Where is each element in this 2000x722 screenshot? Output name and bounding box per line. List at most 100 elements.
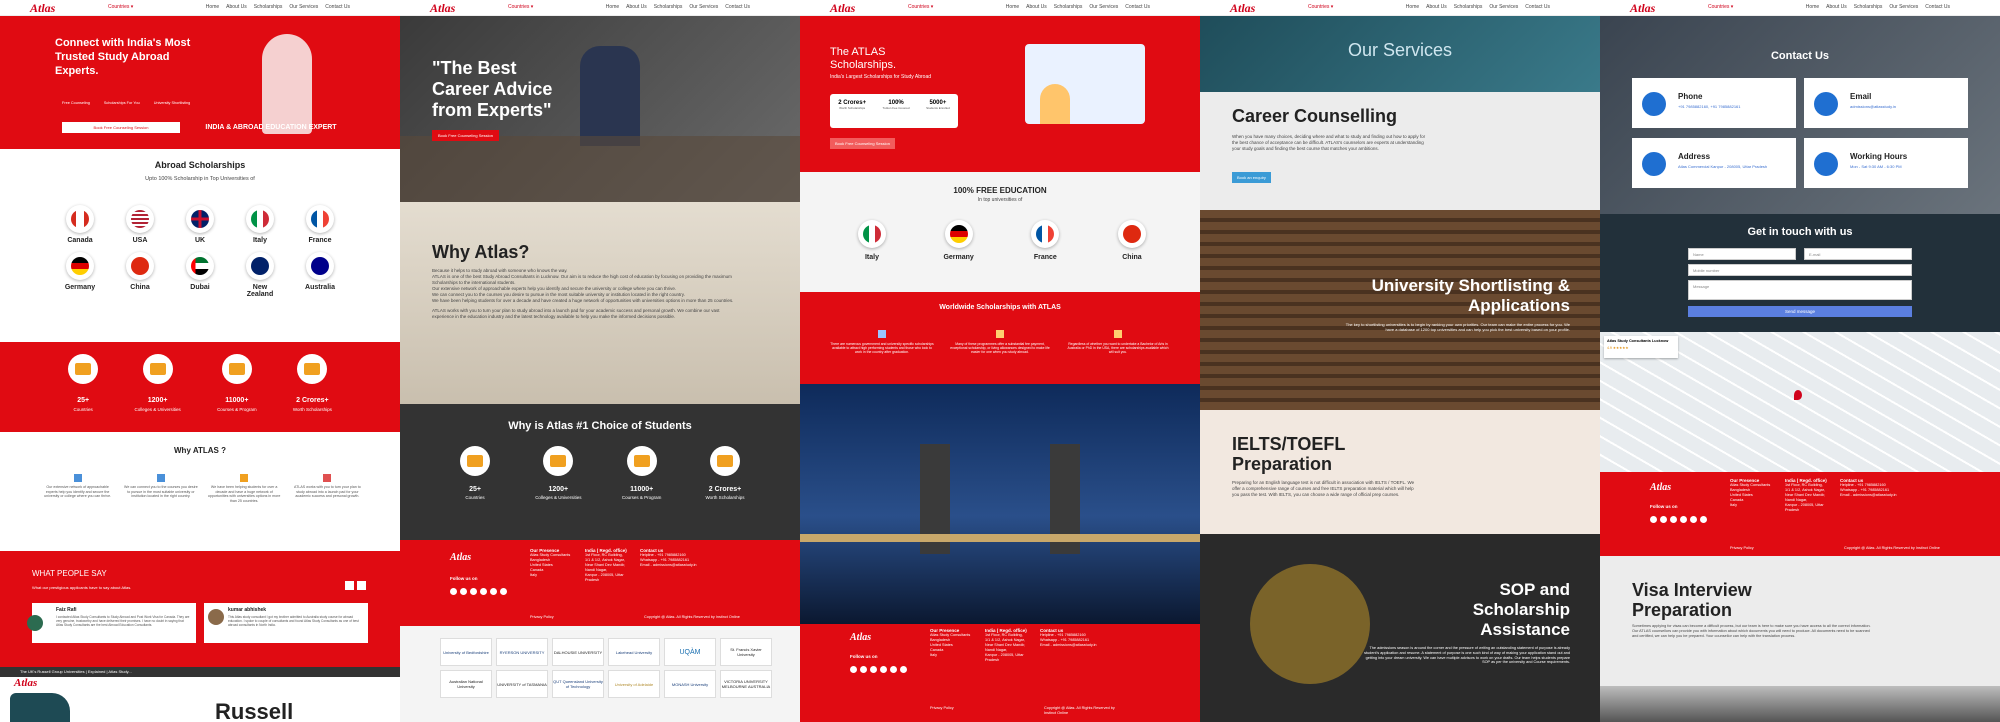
nav-about[interactable]: About Us — [1426, 4, 1447, 10]
country-uk[interactable]: UK — [170, 205, 230, 244]
countries-dropdown[interactable]: Countries ▾ — [108, 4, 133, 10]
nav-about[interactable]: About Us — [626, 4, 647, 10]
nav-contact[interactable]: Contact Us — [1125, 4, 1150, 10]
facebook-icon[interactable] — [850, 666, 857, 673]
nav-home[interactable]: Home — [1806, 4, 1819, 10]
youtube-icon[interactable] — [890, 666, 897, 673]
youtube-icon[interactable] — [490, 588, 497, 595]
avatar — [27, 615, 43, 631]
country-australia[interactable]: Australia — [290, 252, 350, 298]
logo[interactable]: Atlas — [430, 1, 455, 16]
nav-scholarships[interactable]: Scholarships — [254, 4, 283, 10]
footer-logo[interactable]: Atlas — [450, 552, 471, 563]
country-france[interactable]: France — [290, 205, 350, 244]
country-dubai[interactable]: Dubai — [170, 252, 230, 298]
countries-dropdown[interactable]: Countries ▾ — [908, 4, 933, 10]
mobile-input[interactable]: Mobile number — [1688, 264, 1912, 276]
card-text[interactable]: admissions@atlasstudy.in — [1850, 104, 1960, 109]
logo[interactable]: Atlas — [30, 1, 55, 16]
country-italy[interactable]: Italy — [230, 205, 290, 244]
country-china[interactable]: China — [1112, 220, 1152, 261]
contact-card-phone[interactable]: Phone +91 7985882160, +91 7985882161 — [1632, 78, 1796, 128]
name-input[interactable]: Name — [1688, 248, 1796, 260]
footer-link[interactable]: Italy — [1730, 503, 1778, 508]
email-input[interactable]: E-mail — [1804, 248, 1912, 260]
facebook-icon[interactable] — [1650, 516, 1657, 523]
nav-contact[interactable]: Contact Us — [725, 4, 750, 10]
footer-logo[interactable]: Atlas — [1650, 482, 1671, 493]
visa-section: Visa Interview Preparation Sometimes app… — [1600, 556, 2000, 722]
contact-card-hours[interactable]: Working Hours Mon - Sat 9:30 AM - 6:30 PM — [1804, 138, 1968, 188]
nav-about[interactable]: About Us — [1026, 4, 1047, 10]
nav-contact[interactable]: Contact Us — [1925, 4, 1950, 10]
nav-contact[interactable]: Contact Us — [325, 4, 350, 10]
nav-home[interactable]: Home — [1406, 4, 1419, 10]
prev-arrow-icon[interactable] — [345, 581, 354, 590]
countries-dropdown[interactable]: Countries ▾ — [1708, 4, 1733, 10]
footer-link[interactable]: Italy — [530, 573, 578, 578]
logo[interactable]: Atlas — [1230, 1, 1255, 16]
nav-about[interactable]: About Us — [226, 4, 247, 10]
countries-dropdown[interactable]: Countries ▾ — [1308, 4, 1333, 10]
country-usa[interactable]: USA — [110, 205, 170, 244]
countries-dropdown[interactable]: Countries ▾ — [508, 4, 533, 10]
logo[interactable]: Atlas — [1630, 1, 1655, 16]
send-message-button[interactable]: Send message — [1688, 306, 1912, 317]
nav-services[interactable]: Our Services — [1889, 4, 1918, 10]
privacy-link[interactable]: Privacy Policy — [530, 615, 554, 620]
message-textarea[interactable]: Message — [1688, 280, 1912, 300]
nav-contact[interactable]: Contact Us — [1525, 4, 1550, 10]
pinterest-icon[interactable] — [900, 666, 907, 673]
country-canada[interactable]: Canada — [50, 205, 110, 244]
book-counseling-button[interactable]: Book Free Counseling Session — [62, 122, 180, 133]
nav-scholarships[interactable]: Scholarships — [1454, 4, 1483, 10]
linkedin-icon[interactable] — [880, 666, 887, 673]
country-germany[interactable]: Germany — [50, 252, 110, 298]
country-china[interactable]: China — [110, 252, 170, 298]
instagram-icon[interactable] — [470, 588, 477, 595]
nav-services[interactable]: Our Services — [1089, 4, 1118, 10]
book-enquiry-button[interactable]: Book an enquiry — [1232, 172, 1271, 183]
country-germany[interactable]: Germany — [939, 220, 979, 261]
linkedin-icon[interactable] — [480, 588, 487, 595]
nav-scholarships[interactable]: Scholarships — [1054, 4, 1083, 10]
footer-link[interactable]: Italy — [930, 653, 978, 658]
nav-home[interactable]: Home — [1006, 4, 1019, 10]
privacy-link[interactable]: Privacy Policy — [930, 706, 954, 711]
nav-scholarships[interactable]: Scholarships — [654, 4, 683, 10]
nav-scholarships[interactable]: Scholarships — [1854, 4, 1883, 10]
nav-about[interactable]: About Us — [1826, 4, 1847, 10]
nav-home[interactable]: Home — [606, 4, 619, 10]
book-counseling-button[interactable]: Book Free Counseling Session — [432, 130, 499, 141]
next-arrow-icon[interactable] — [357, 581, 366, 590]
twitter-icon[interactable] — [1660, 516, 1667, 523]
book-counseling-button[interactable]: Book Free Counseling Session — [830, 138, 895, 149]
privacy-link[interactable]: Privacy Policy — [1730, 546, 1754, 551]
logo[interactable]: Atlas — [830, 1, 855, 16]
footer-logo[interactable]: Atlas — [850, 632, 871, 643]
map-pin-icon[interactable] — [1794, 390, 1802, 400]
video-section[interactable]: The UK's Russell Group Universities | Ex… — [0, 667, 400, 722]
country-italy[interactable]: Italy — [852, 220, 892, 261]
twitter-icon[interactable] — [460, 588, 467, 595]
map-embed[interactable]: Atlas Study Consultants Lucknow 4.9 ★★★★… — [1600, 332, 2000, 472]
map-info-card[interactable]: Atlas Study Consultants Lucknow 4.9 ★★★★… — [1604, 336, 1678, 358]
facebook-icon[interactable] — [450, 588, 457, 595]
country-new-zealand[interactable]: New Zealand — [230, 252, 290, 298]
nav-home[interactable]: Home — [206, 4, 219, 10]
youtube-icon[interactable] — [1690, 516, 1697, 523]
nav-services[interactable]: Our Services — [689, 4, 718, 10]
linkedin-icon[interactable] — [1680, 516, 1687, 523]
nav-services[interactable]: Our Services — [1489, 4, 1518, 10]
card-title: Address — [1678, 152, 1711, 161]
pinterest-icon[interactable] — [500, 588, 507, 595]
twitter-icon[interactable] — [860, 666, 867, 673]
contact-card-address[interactable]: Address Atlas Commercial Kanpur - 208005,… — [1632, 138, 1796, 188]
card-text[interactable]: +91 7985882160, +91 7985882161 — [1678, 104, 1788, 109]
pinterest-icon[interactable] — [1700, 516, 1707, 523]
instagram-icon[interactable] — [870, 666, 877, 673]
nav-services[interactable]: Our Services — [289, 4, 318, 10]
country-france[interactable]: France — [1025, 220, 1065, 261]
contact-card-email[interactable]: Email admissions@atlasstudy.in — [1804, 78, 1968, 128]
instagram-icon[interactable] — [1670, 516, 1677, 523]
